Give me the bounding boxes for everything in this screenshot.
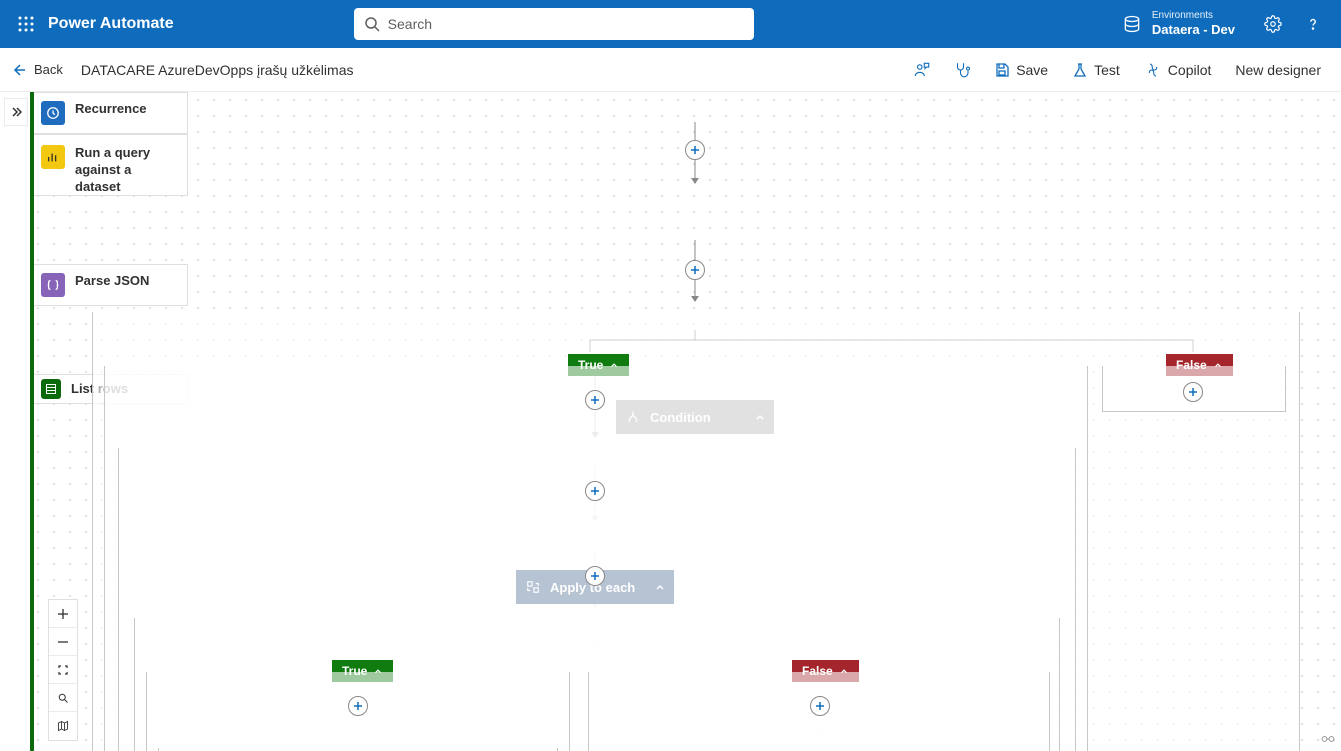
test-button[interactable]: Test: [1062, 54, 1130, 86]
map-icon: [57, 720, 69, 732]
new-designer-button[interactable]: New designer: [1225, 54, 1331, 86]
search-box[interactable]: [354, 8, 754, 40]
fit-icon: [57, 664, 69, 676]
environment-picker[interactable]: Environments Dataera - Dev: [1122, 10, 1235, 38]
secure-icon: [1321, 732, 1335, 747]
add-step-button[interactable]: [685, 140, 705, 160]
expand-panel-button[interactable]: [4, 98, 28, 126]
add-step-button[interactable]: [585, 481, 605, 501]
command-bar: Back DATACARE AzureDevOpps įrašų užkėlim…: [0, 48, 1341, 92]
add-step-button[interactable]: [585, 566, 605, 586]
fit-button[interactable]: [49, 656, 77, 684]
feedback-button[interactable]: [904, 54, 940, 86]
chart-icon: [46, 150, 60, 164]
add-step-button[interactable]: [348, 696, 368, 716]
copilot-button[interactable]: Copilot: [1134, 54, 1222, 86]
chevron-right-icon: [10, 106, 22, 118]
search-icon: [57, 692, 69, 704]
new-designer-label: New designer: [1235, 62, 1321, 78]
table-icon: [45, 383, 57, 395]
flow-title: DATACARE AzureDevOpps įrašų užkėlimas: [81, 62, 354, 78]
recurrence-label: Recurrence: [75, 101, 147, 118]
add-step-button[interactable]: [1183, 382, 1203, 402]
parse-json-node[interactable]: Parse JSON: [30, 264, 188, 306]
save-label: Save: [1016, 62, 1048, 78]
minimap-button[interactable]: [49, 712, 77, 740]
person-feedback-icon: [913, 61, 931, 79]
settings-button[interactable]: [1253, 0, 1293, 48]
gear-icon: [1264, 15, 1282, 33]
top-header: Power Automate Environments Dataera - De…: [0, 0, 1341, 48]
app-title: Power Automate: [48, 15, 174, 33]
save-icon: [994, 62, 1010, 78]
flask-icon: [1072, 62, 1088, 78]
copilot-icon: [1144, 61, 1162, 79]
copilot-label: Copilot: [1168, 62, 1212, 78]
add-step-button[interactable]: [585, 390, 605, 410]
clock-icon: [46, 106, 60, 120]
flow-checker-button[interactable]: [944, 54, 980, 86]
canvas-wrap: Recurrence Run a query against a dataset…: [0, 92, 1341, 751]
parse-json-label: Parse JSON: [75, 273, 149, 290]
recurrence-node[interactable]: Recurrence: [30, 92, 188, 134]
canvas[interactable]: Recurrence Run a query against a dataset…: [30, 92, 1341, 751]
save-button[interactable]: Save: [984, 54, 1058, 86]
zoom-in-button[interactable]: [49, 600, 77, 628]
json-icon: [46, 278, 60, 292]
help-button[interactable]: [1293, 0, 1333, 48]
test-label: Test: [1094, 62, 1120, 78]
zoom-out-button[interactable]: [49, 628, 77, 656]
stethoscope-icon: [953, 61, 971, 79]
waffle-icon[interactable]: [8, 6, 44, 42]
add-step-button[interactable]: [685, 260, 705, 280]
environment-label: Environments: [1152, 10, 1235, 22]
run-query-node[interactable]: Run a query against a dataset: [30, 134, 188, 196]
environment-name: Dataera - Dev: [1152, 22, 1235, 38]
back-arrow-icon: [10, 62, 26, 78]
help-icon: [1304, 15, 1322, 33]
search-canvas-button[interactable]: [49, 684, 77, 712]
add-step-button[interactable]: [810, 696, 830, 716]
search-input[interactable]: [388, 16, 744, 32]
environment-icon: [1122, 14, 1142, 34]
run-query-label: Run a query against a dataset: [75, 145, 177, 196]
minus-icon: [57, 636, 69, 648]
plus-icon: [57, 608, 69, 620]
search-icon: [364, 16, 380, 32]
back-label: Back: [34, 62, 63, 77]
back-button[interactable]: Back: [10, 62, 63, 78]
zoom-panel: [48, 599, 78, 741]
